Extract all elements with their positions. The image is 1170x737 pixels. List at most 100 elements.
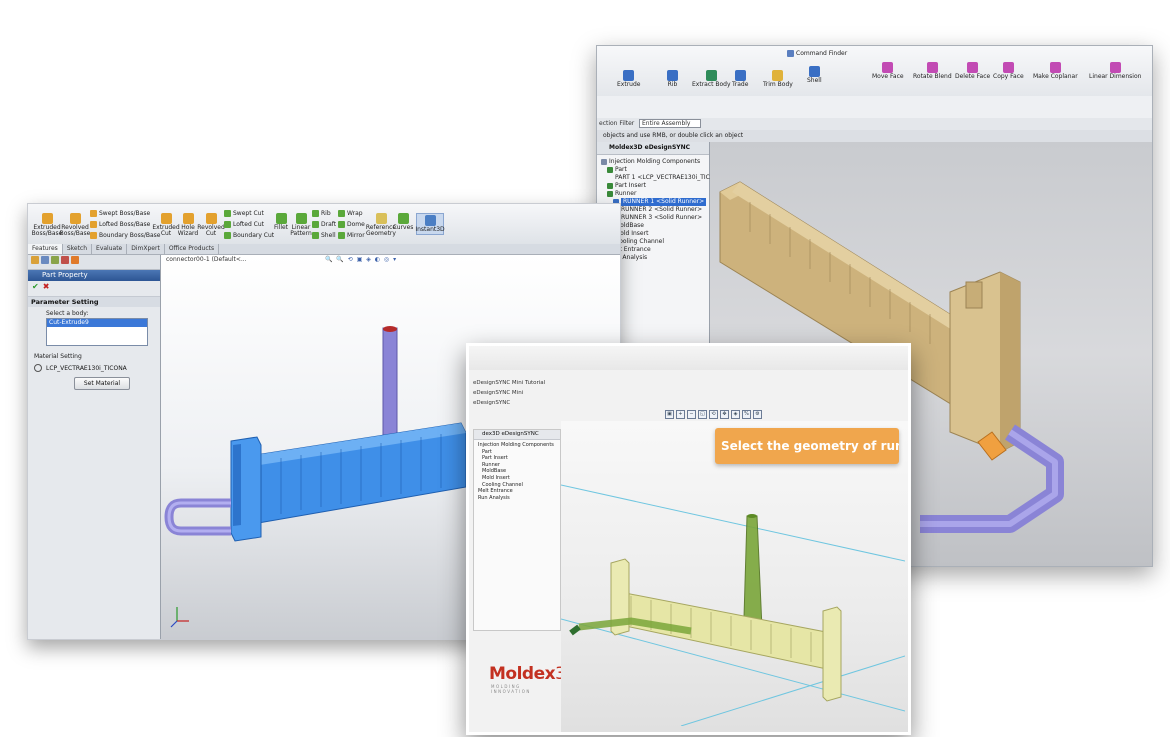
- boundary-icon: [90, 232, 97, 239]
- instant3d-button[interactable]: Instant3D: [415, 213, 445, 235]
- lofted-cut-button[interactable]: Lofted Cut: [224, 221, 264, 228]
- tree-title: Moldex3D eDesignSYNC: [597, 142, 709, 155]
- ok-icon[interactable]: ✔: [32, 281, 39, 292]
- zoom-out-icon[interactable]: −: [687, 410, 696, 419]
- pan-icon[interactable]: ✥: [720, 410, 729, 419]
- linear-pattern-label: Linear Pattern: [290, 224, 312, 237]
- body-list-item-selected[interactable]: Cut-Extrude9: [47, 319, 147, 327]
- trade-label: Trade: [732, 81, 749, 88]
- tab-features[interactable]: Features: [28, 244, 63, 254]
- settings-icon[interactable]: ⚙: [753, 410, 762, 419]
- set-material-button[interactable]: Set Material: [74, 377, 130, 390]
- tree-item[interactable]: Runner: [474, 462, 560, 469]
- tree-item[interactable]: Run Analysis: [474, 495, 560, 502]
- revolved-boss-button[interactable]: Revolved Boss/Base: [60, 213, 90, 237]
- zoom-icon[interactable]: ▣: [665, 410, 674, 419]
- tree-item[interactable]: Injection Molding Components: [601, 158, 709, 166]
- command-finder-label: Command Finder: [796, 50, 848, 57]
- linear-dimension-button[interactable]: Linear Dimension: [1089, 62, 1141, 80]
- trim-body-icon: [772, 70, 784, 81]
- part-icon: [607, 167, 613, 173]
- extract-body-button[interactable]: Extract Body: [692, 70, 731, 88]
- tab-dimxpert[interactable]: DimXpert: [127, 244, 165, 254]
- property-icon[interactable]: [41, 256, 49, 264]
- tab-evaluate[interactable]: Evaluate: [92, 244, 128, 254]
- boundary-cut-label: Boundary Cut: [233, 232, 275, 239]
- instant3d-label: Instant3D: [415, 226, 445, 233]
- delete-face-button[interactable]: Delete Face: [955, 62, 990, 80]
- tree-item[interactable]: Runner: [601, 190, 709, 198]
- selection-filter-select[interactable]: Entire Assembly: [639, 119, 702, 128]
- zoom-in-icon[interactable]: +: [676, 410, 685, 419]
- loft-cut-icon: [224, 221, 231, 228]
- search-icon: [787, 50, 794, 57]
- make-coplanar-button[interactable]: Make Coplanar: [1033, 62, 1078, 80]
- tab-office-products[interactable]: Office Products: [165, 244, 220, 254]
- extruded-cut-button[interactable]: Extruded Cut: [152, 213, 180, 237]
- revolved-cut-button[interactable]: Revolved Cut: [197, 213, 225, 237]
- mirror-label: Mirror: [347, 232, 365, 239]
- make-coplanar-label: Make Coplanar: [1033, 73, 1078, 80]
- display-icon[interactable]: [71, 256, 79, 264]
- reference-geometry-button[interactable]: Reference Geometry: [366, 213, 396, 237]
- trade-button[interactable]: Trade: [732, 70, 748, 88]
- fit-icon[interactable]: ◱: [698, 410, 707, 419]
- extrude-label: Extrude: [617, 81, 641, 88]
- status-bar: objects and use RMB, or double click an …: [597, 130, 1152, 142]
- tree-item[interactable]: Mold Insert: [474, 475, 560, 482]
- dome-button[interactable]: Dome: [338, 221, 365, 228]
- command-finder[interactable]: Command Finder: [787, 50, 847, 57]
- wrap-button[interactable]: Wrap: [338, 210, 363, 217]
- lofted-boss-button[interactable]: Lofted Boss/Base: [90, 221, 150, 228]
- hole-wizard-button[interactable]: Hole Wizard: [178, 213, 198, 237]
- config-icon[interactable]: [51, 256, 59, 264]
- swept-cut-button[interactable]: Swept Cut: [224, 210, 264, 217]
- graphics-viewport-front[interactable]: [561, 421, 908, 732]
- edesignsync-panel: dex3D eDesignSYNC Injection Molding Comp…: [473, 429, 578, 694]
- section-icon[interactable]: %: [742, 410, 751, 419]
- extruded-boss-button[interactable]: Extruded Boss/Base: [32, 213, 62, 237]
- part-property-title: Part Property: [28, 270, 160, 281]
- curves-button[interactable]: Curves: [393, 213, 413, 231]
- reference-icon: [375, 213, 387, 224]
- tab-sketch[interactable]: Sketch: [63, 244, 93, 254]
- tree-item[interactable]: Cooling Channel: [474, 482, 560, 489]
- tree-item[interactable]: Injection Molding Components: [474, 442, 560, 449]
- feature-tree-icon[interactable]: [31, 256, 39, 264]
- panel-title: dex3D eDesignSYNC: [474, 430, 560, 440]
- part-insert-icon: [607, 183, 613, 189]
- tree-item[interactable]: Part Insert: [601, 182, 709, 190]
- tree-label: PART 1 <LCP_VECTRAE130i_TICON: [615, 174, 720, 181]
- copy-face-button[interactable]: Copy Face: [993, 62, 1024, 80]
- parameter-setting-group[interactable]: Parameter Setting: [28, 296, 160, 307]
- shell-button[interactable]: Shell: [312, 232, 336, 239]
- draft-button[interactable]: Draft: [312, 221, 336, 228]
- sweep-icon: [90, 210, 97, 217]
- rotate-icon[interactable]: ⟲: [709, 410, 718, 419]
- dimxpert-icon[interactable]: [61, 256, 69, 264]
- shell-button[interactable]: Shell: [807, 66, 822, 84]
- boundary-cut-button[interactable]: Boundary Cut: [224, 232, 274, 239]
- rotate-blend-button[interactable]: Rotate Blend: [913, 62, 952, 80]
- material-icon: [34, 364, 42, 372]
- tree-item[interactable]: PART 1 <LCP_VECTRAE130i_TICON: [601, 174, 719, 182]
- extrude-button[interactable]: Extrude: [617, 70, 640, 88]
- move-face-button[interactable]: Move Face: [872, 62, 904, 80]
- linear-pattern-button[interactable]: Linear Pattern: [290, 213, 312, 237]
- tree-item[interactable]: Part Insert: [474, 455, 560, 462]
- tree-item[interactable]: Part: [601, 166, 709, 174]
- boundary-boss-button[interactable]: Boundary Boss/Base: [90, 232, 160, 239]
- fillet-button[interactable]: Fillet: [272, 213, 290, 231]
- mirror-button[interactable]: Mirror: [338, 232, 365, 239]
- trim-body-button[interactable]: Trim Body: [763, 70, 793, 88]
- rib-button[interactable]: Rib: [312, 210, 331, 217]
- tree-item[interactable]: Part: [474, 449, 560, 456]
- rib-button[interactable]: Rib: [667, 70, 678, 88]
- view-icon[interactable]: ◈: [731, 410, 740, 419]
- body-list[interactable]: Cut-Extrude9: [46, 318, 148, 346]
- swept-boss-button[interactable]: Swept Boss/Base: [90, 210, 150, 217]
- cancel-icon[interactable]: ✖: [43, 281, 50, 292]
- folder-icon: [601, 159, 607, 165]
- tree-item[interactable]: Melt Entrance: [474, 488, 560, 495]
- tree-item[interactable]: MoldBase: [474, 468, 560, 475]
